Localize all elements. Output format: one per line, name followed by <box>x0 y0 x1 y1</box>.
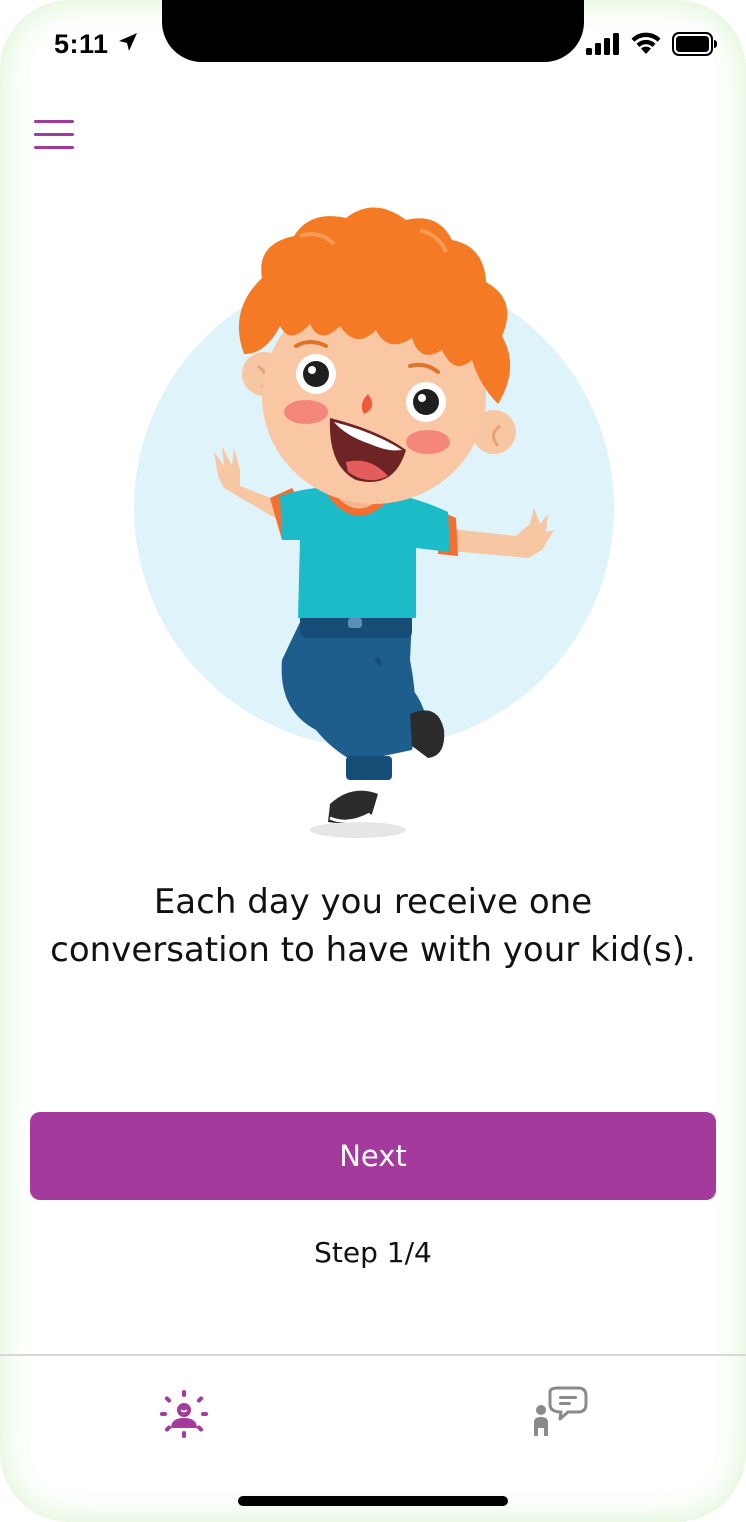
wifi-icon <box>630 32 662 60</box>
happy-boy-illustration <box>120 190 630 850</box>
onboarding-caption: Each day you receive one conversation to… <box>20 878 726 974</box>
next-button[interactable]: Next <box>30 1112 716 1200</box>
status-time-group: 5:11 <box>54 26 139 62</box>
battery-icon <box>672 32 718 60</box>
tab-daily[interactable] <box>152 1384 216 1448</box>
caption-line: conversation to have with your kid(s). <box>50 930 696 970</box>
location-arrow-icon <box>117 31 139 57</box>
status-bar: 5:11 <box>0 0 746 90</box>
status-time: 5:11 <box>54 28 109 59</box>
tab-conversations[interactable] <box>526 1384 590 1448</box>
menu-line <box>34 132 74 136</box>
device-notch <box>162 0 584 62</box>
hamburger-menu-icon[interactable] <box>28 110 82 158</box>
cellular-signal-icon <box>586 33 620 59</box>
caption-line: Each day you receive one <box>153 882 593 922</box>
daily-spotlight-icon <box>156 1386 212 1446</box>
app-screen: 5:11 Each day you receive one conversati… <box>0 0 746 1522</box>
kid-conversation-icon <box>528 1386 588 1446</box>
menu-line <box>34 119 74 123</box>
home-indicator[interactable] <box>238 1496 508 1506</box>
menu-line <box>34 145 74 149</box>
step-indicator: Step 1/4 <box>314 1236 432 1269</box>
status-indicators <box>586 30 718 62</box>
